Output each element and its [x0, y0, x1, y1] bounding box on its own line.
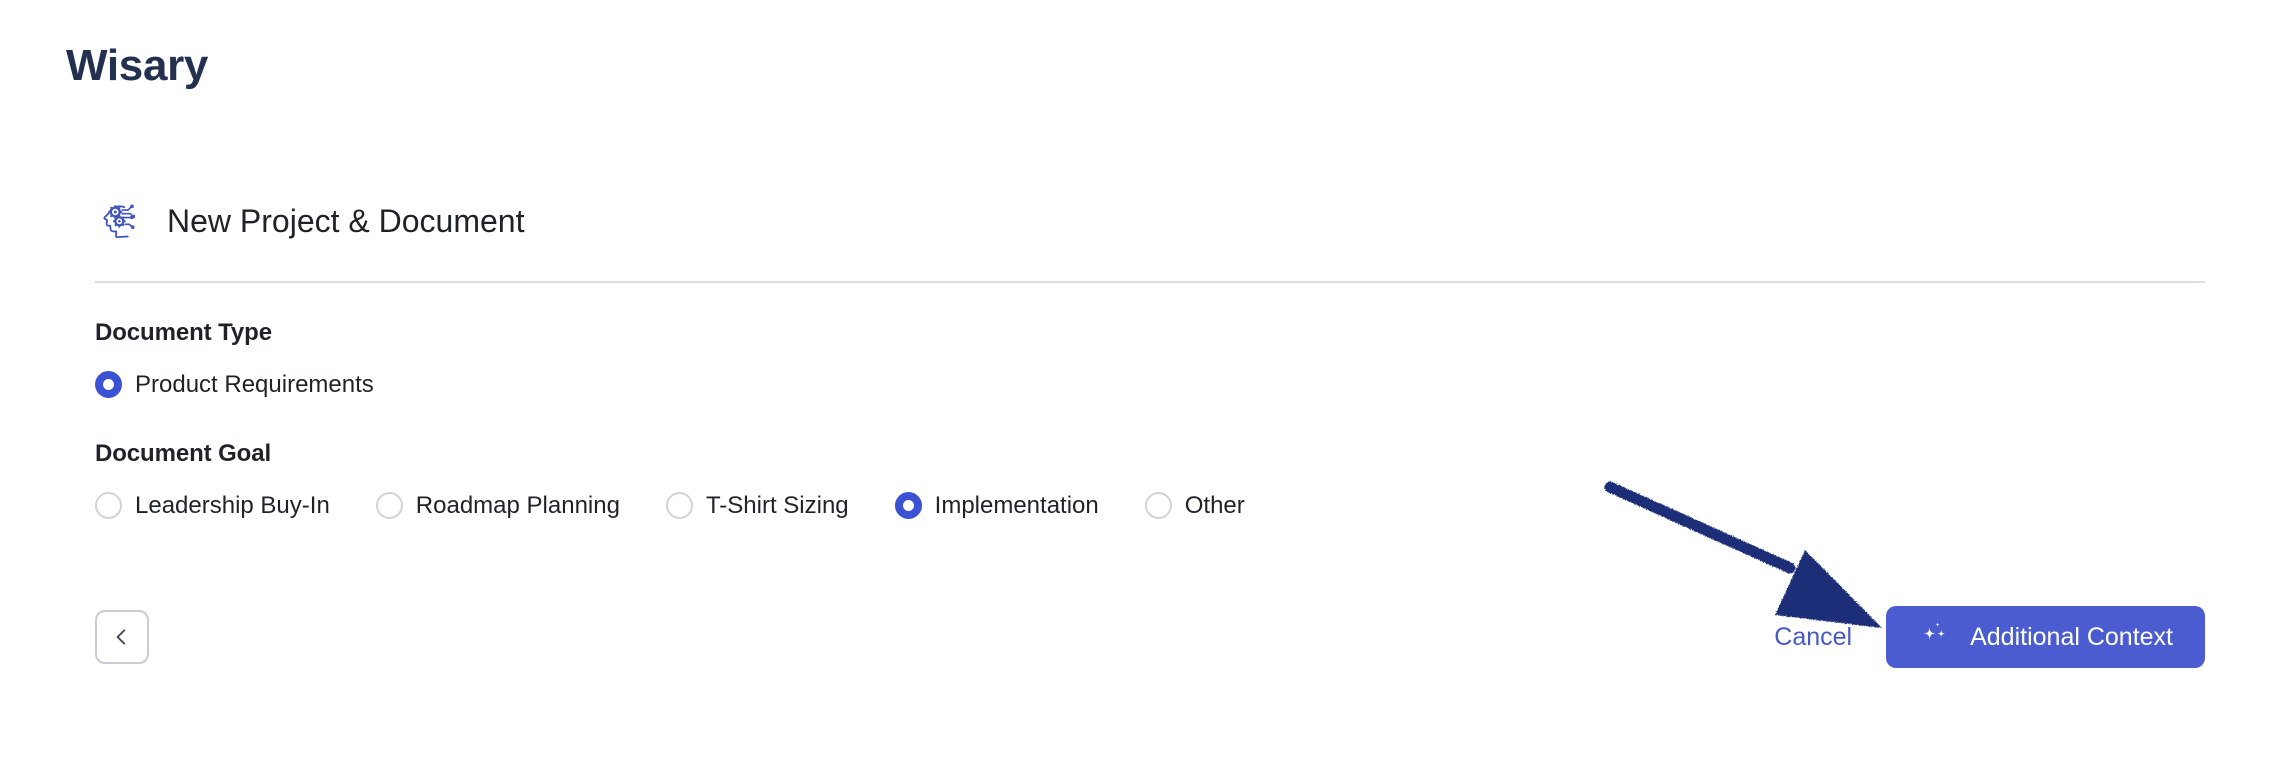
sparkle-icon	[1918, 618, 1952, 657]
radio-label: Leadership Buy-In	[135, 491, 330, 519]
panel-header: New Project & Document	[95, 185, 2205, 257]
radio-label: Implementation	[934, 491, 1099, 519]
document-type-label: Document Type	[95, 319, 272, 346]
radio-option-product-requirements[interactable]: Product Requirements	[95, 371, 374, 398]
radio-mark-icon	[95, 371, 122, 398]
document-goal-options: Leadership Buy-In Roadmap Planning T-Shi…	[95, 492, 2205, 519]
radio-mark-icon	[665, 492, 693, 519]
page-title: Wisary	[66, 41, 209, 90]
radio-option-implementation[interactable]: Implementation	[894, 491, 1099, 519]
back-button[interactable]	[95, 610, 149, 664]
radio-label: Roadmap Planning	[415, 491, 620, 519]
radio-mark-icon	[1144, 492, 1172, 519]
footer-right-actions: Cancel Additional Context	[1770, 606, 2205, 668]
radio-mark-icon	[95, 492, 122, 519]
additional-context-button[interactable]: Additional Context	[1886, 606, 2205, 668]
document-type-options: Product Requirements	[95, 371, 2205, 398]
document-type-group: Document Type Product Requirements	[95, 321, 2205, 398]
additional-context-label: Additional Context	[1970, 622, 2173, 651]
new-project-panel: New Project & Document Document Type Pro…	[95, 185, 2205, 519]
panel-header-title: New Project & Document	[167, 203, 525, 239]
radio-label: T-Shirt Sizing	[705, 491, 849, 519]
chevron-left-icon	[111, 626, 133, 648]
ai-brain-icon	[95, 198, 141, 244]
radio-mark-icon	[375, 492, 403, 519]
radio-option-other[interactable]: Other	[1144, 491, 1245, 519]
radio-mark-icon	[894, 492, 922, 519]
radio-option-roadmap-planning[interactable]: Roadmap Planning	[375, 491, 620, 519]
header-divider	[95, 281, 2205, 283]
app-root: Wisary New Project & Document Document T…	[0, 0, 2272, 770]
radio-option-t-shirt-sizing[interactable]: T-Shirt Sizing	[665, 491, 849, 519]
document-goal-group: Document Goal Leadership Buy-In Roadmap …	[95, 442, 2205, 519]
radio-option-leadership-buy-in[interactable]: Leadership Buy-In	[95, 492, 330, 519]
document-goal-label: Document Goal	[95, 440, 272, 467]
radio-label: Other	[1184, 491, 1245, 519]
radio-label: Product Requirements	[135, 370, 374, 398]
cancel-button[interactable]: Cancel	[1770, 619, 1856, 656]
footer-actions: Cancel Additional Context	[95, 602, 2205, 672]
